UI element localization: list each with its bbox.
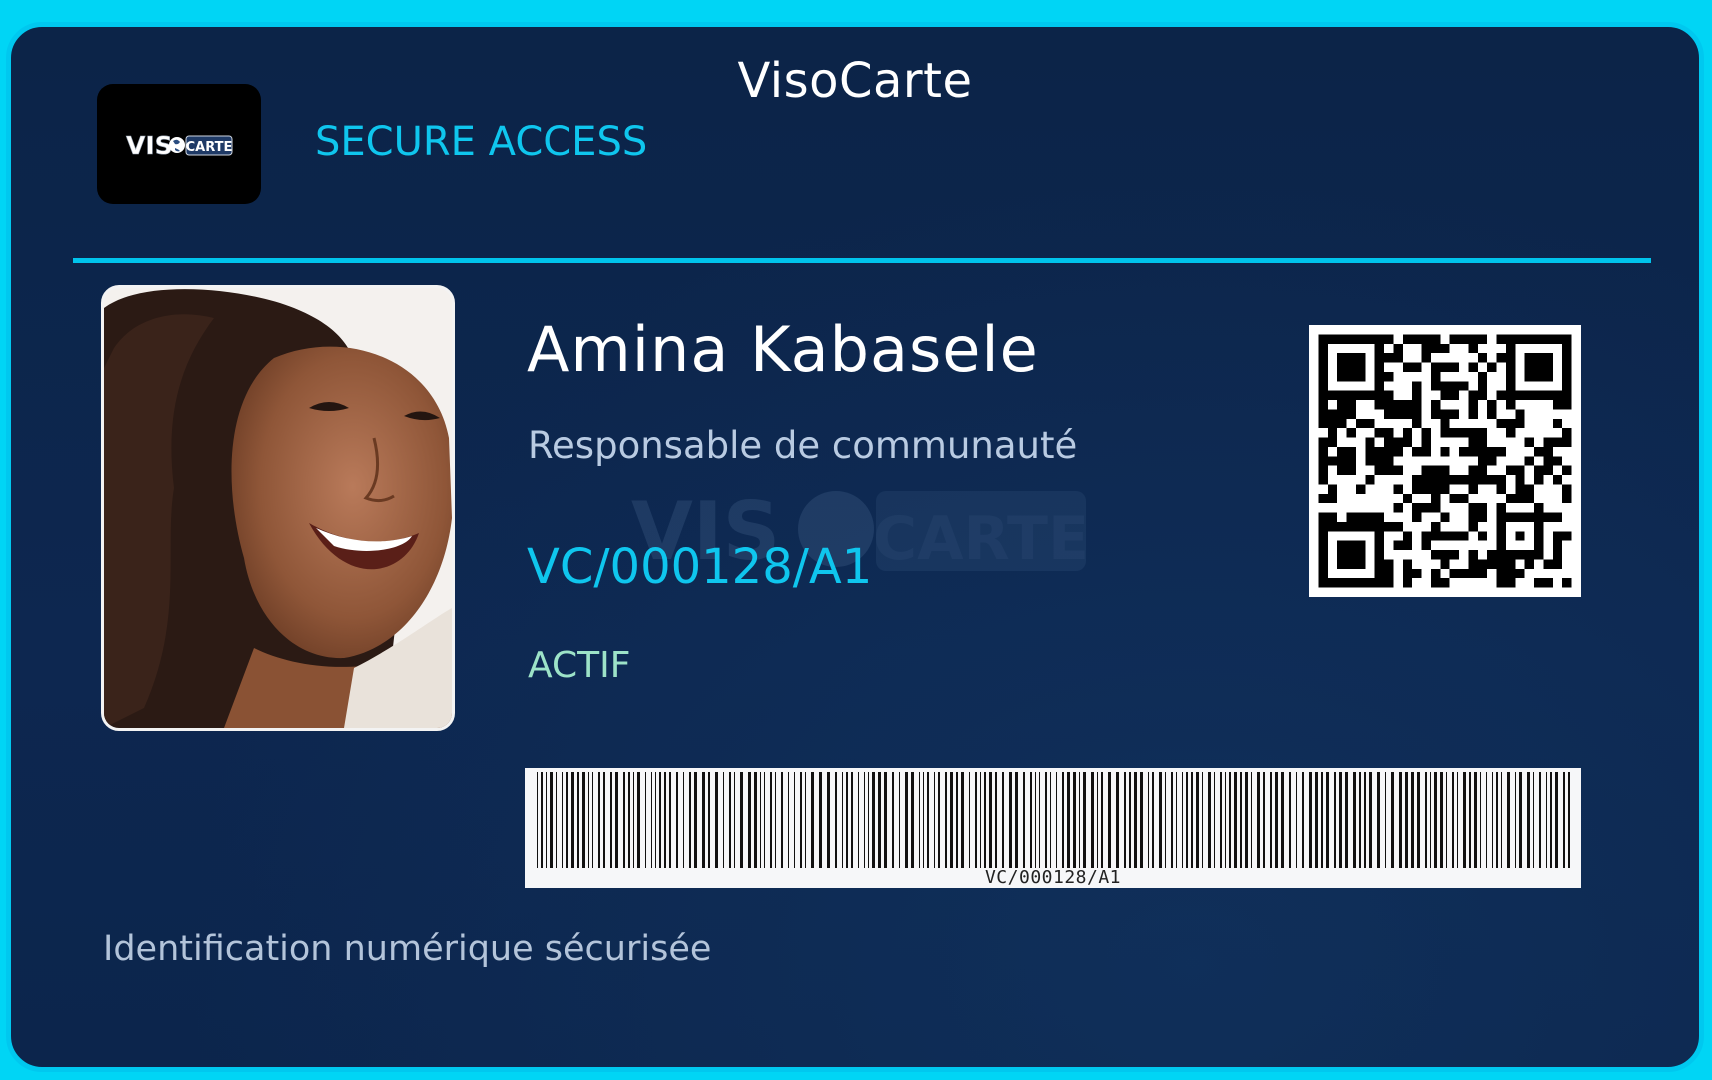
header-divider	[73, 258, 1651, 263]
svg-text:CARTE: CARTE	[873, 504, 1089, 574]
barcode[interactable]: VC/000128/A1	[525, 768, 1581, 888]
svg-text:VIS: VIS	[126, 131, 173, 160]
barcode-text: VC/000128/A1	[984, 867, 1122, 888]
qr-code[interactable]	[1309, 325, 1581, 597]
brand-logo: VIS CARTE	[97, 84, 261, 204]
holder-photo	[101, 285, 455, 731]
card-footer: Identification numérique sécurisée	[103, 929, 712, 969]
id-card: VisoCarte VIS CARTE SECURE ACCESS Amina …	[6, 22, 1704, 1072]
holder-name: Amina Kabasele	[527, 313, 1039, 386]
status-badge: ACTIF	[528, 645, 631, 686]
card-subtitle: SECURE ACCESS	[315, 119, 648, 165]
svg-text:CARTE: CARTE	[186, 140, 233, 155]
holder-role: Responsable de communauté	[528, 424, 1078, 467]
card-title: VisoCarte	[737, 53, 973, 109]
card-id: VC/000128/A1	[527, 539, 873, 595]
